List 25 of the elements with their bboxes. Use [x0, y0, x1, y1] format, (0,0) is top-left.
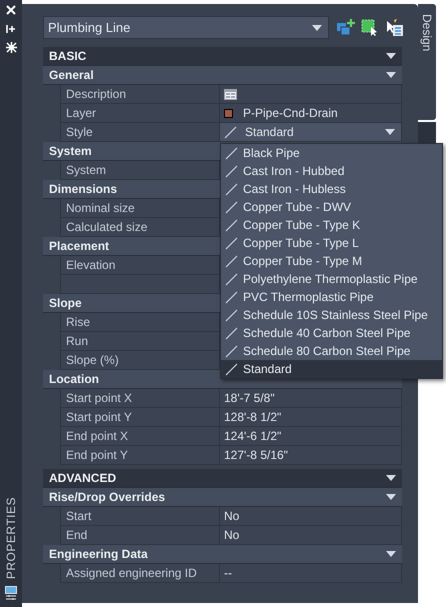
value-text: 128'-8 1/2": [224, 409, 282, 426]
property-label: Slope (%): [60, 351, 220, 370]
value-text: --: [224, 565, 232, 582]
value-text: P-Pipe-Cnd-Drain: [243, 105, 338, 122]
property-label: End point X: [60, 427, 220, 446]
value-text: 18'-7 5/8": [224, 390, 275, 407]
property-label: Start point X: [60, 389, 220, 408]
property-label: Elevation: [60, 256, 220, 275]
property-label: Assigned engineering ID: [60, 564, 220, 583]
property-label: Description: [60, 85, 220, 104]
property-label: Start: [60, 507, 220, 526]
property-label: Nominal size: [60, 199, 220, 218]
value-text: No: [224, 527, 240, 544]
value-text: No: [224, 508, 240, 525]
property-label: Style: [60, 123, 220, 142]
property-label: Layer: [60, 104, 220, 123]
value-text: 124'-6 1/2": [224, 428, 282, 445]
property-label: End: [60, 526, 220, 545]
value-text: 127'-8 5/16": [224, 447, 288, 464]
property-label: Run: [60, 332, 220, 351]
property-label: System: [60, 161, 220, 180]
property-label: Calculated size: [60, 218, 220, 237]
property-label: Rise: [60, 313, 220, 332]
property-label: End point Y: [60, 446, 220, 465]
property-label: Start point Y: [60, 408, 220, 427]
